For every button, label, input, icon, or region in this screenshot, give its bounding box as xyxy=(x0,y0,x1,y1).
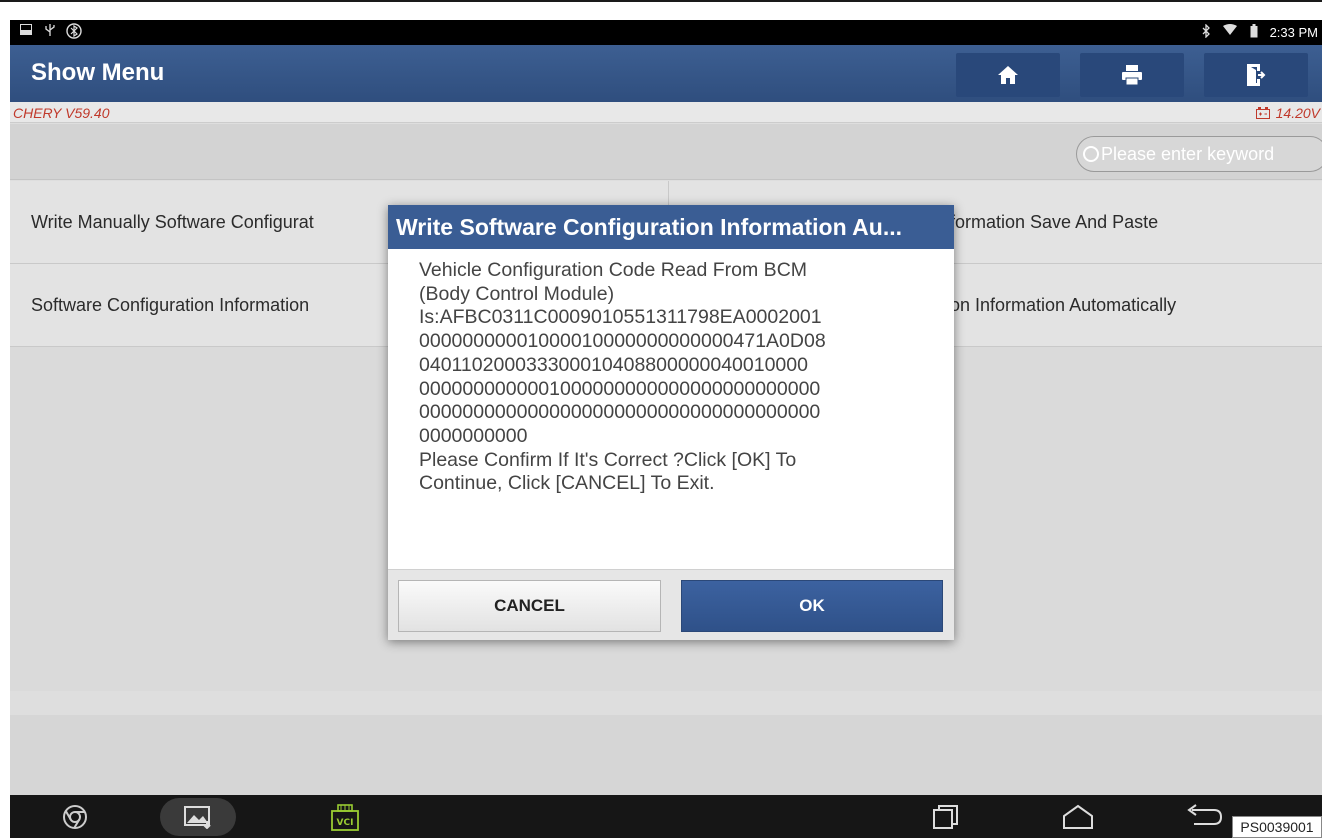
confirm-dialog: Write Software Configuration Information… xyxy=(388,205,954,640)
recent-apps-icon xyxy=(933,805,958,829)
dialog-line: Is:AFBC0311C0009010551311798EA0002001 xyxy=(419,306,822,329)
status-left-icons xyxy=(18,23,82,39)
figure-reference-label: PS0039001 xyxy=(1232,816,1322,838)
home-button[interactable] xyxy=(956,53,1060,97)
app-screen: 2:33 PM Show Menu CHERY V59.40 14.20V Pl… xyxy=(10,20,1322,838)
status-right-icons: 2:33 PM xyxy=(1198,23,1318,40)
clock: 2:33 PM xyxy=(1269,24,1318,40)
app-header: Show Menu xyxy=(10,45,1322,102)
vci-label: VCI xyxy=(337,818,354,828)
voltage-readout: 14.20V xyxy=(1255,105,1320,121)
top-border-line xyxy=(0,0,1322,2)
chrome-button[interactable] xyxy=(55,798,95,836)
menu-item-save-and-paste[interactable]: formation Save And Paste xyxy=(950,181,1320,263)
voltage-value: 14.20V xyxy=(1275,105,1320,121)
wifi-icon xyxy=(1222,24,1238,40)
dialog-line: Please Confirm If It's Correct ?Click [O… xyxy=(419,448,797,471)
dialog-footer: CANCEL OK xyxy=(388,569,954,640)
home-nav-button[interactable] xyxy=(1058,798,1098,836)
system-nav-bar: VCI xyxy=(10,795,1322,838)
dialog-line: 0000000000 xyxy=(419,424,528,447)
home-nav-icon xyxy=(1063,804,1093,829)
battery-icon xyxy=(1246,24,1262,40)
status-bar: 2:33 PM xyxy=(10,20,1322,45)
search-icon xyxy=(1083,146,1099,162)
gallery-icon xyxy=(184,806,211,829)
search-placeholder: Please enter keyword xyxy=(1101,143,1275,164)
gallery-button[interactable] xyxy=(160,798,236,836)
vci-icon: VCI xyxy=(331,804,359,831)
ok-button[interactable]: OK xyxy=(681,580,943,632)
exit-button[interactable] xyxy=(1204,53,1308,97)
dialog-line: Continue, Click [CANCEL] To Exit. xyxy=(419,472,715,495)
dialog-line: (Body Control Module) xyxy=(419,282,615,305)
window-icon xyxy=(18,23,34,39)
battery-voltage-icon xyxy=(1255,107,1270,119)
dialog-message: Vehicle Configuration Code Read From BCM… xyxy=(419,259,939,496)
search-input[interactable]: Please enter keyword xyxy=(1076,136,1322,172)
exit-icon xyxy=(1247,64,1266,86)
chrome-icon xyxy=(63,805,87,829)
back-button[interactable] xyxy=(1180,798,1226,836)
home-icon xyxy=(998,66,1018,84)
cancel-button[interactable]: CANCEL xyxy=(398,580,661,632)
usb-icon xyxy=(42,23,58,39)
dialog-title: Write Software Configuration Information… xyxy=(388,205,954,249)
bluetooth-icon xyxy=(1198,23,1214,40)
dialog-line: 0000000000001000000000000000000000000 xyxy=(419,377,821,400)
menu-item-write-automatically[interactable]: on Information Automatically xyxy=(950,264,1320,346)
page-title: Show Menu xyxy=(31,59,165,86)
bluetooth-circle-icon xyxy=(66,23,82,39)
vehicle-brand-version: CHERY V59.40 xyxy=(13,105,110,121)
back-icon xyxy=(1187,804,1222,825)
dialog-line: 00000000001000010000000000000471A0D08 xyxy=(419,330,826,353)
info-bar: CHERY V59.40 14.20V xyxy=(10,102,1322,123)
recent-apps-button[interactable] xyxy=(928,798,964,836)
dialog-line: 040110200033300010408800000040010000 xyxy=(419,353,808,376)
dialog-line: Vehicle Configuration Code Read From BCM xyxy=(419,259,808,281)
bottom-panel xyxy=(10,715,1322,795)
dialog-line: 0000000000000000000000000000000000000 xyxy=(419,401,821,424)
print-button[interactable] xyxy=(1080,53,1184,97)
print-icon xyxy=(1122,65,1142,86)
search-row: Please enter keyword xyxy=(10,124,1322,180)
vci-button[interactable]: VCI xyxy=(328,798,362,836)
